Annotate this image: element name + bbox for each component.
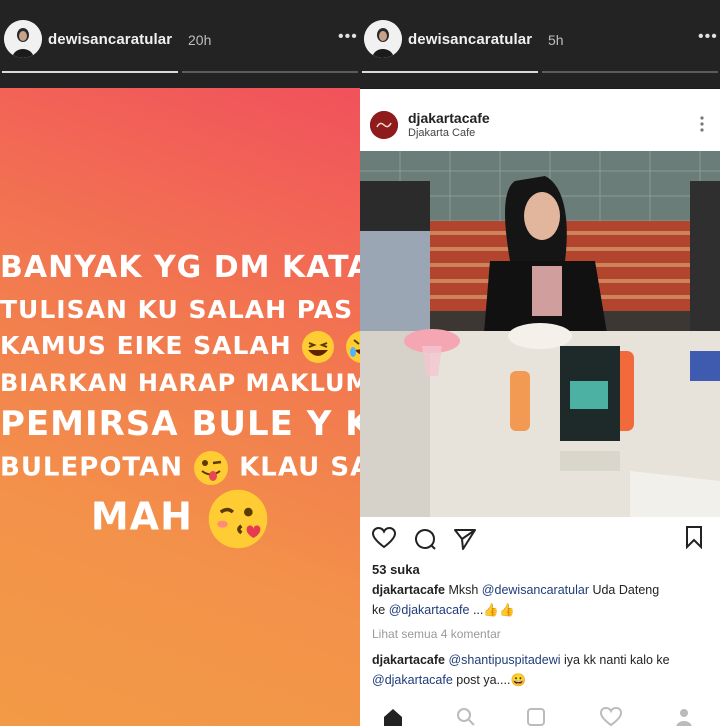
caption-mention[interactable]: @djakartacafe [389,603,470,617]
more-options-icon[interactable]: ••• [338,28,358,46]
story-text-line-7-text: KLAU SAYA [239,452,360,483]
likes-count[interactable]: 53 suka [372,562,420,577]
search-icon[interactable] [456,707,476,726]
comment-username[interactable]: djakartacafe [372,653,445,667]
comment-text: iya kk nanti kalo ke [560,653,670,667]
home-icon[interactable] [382,707,404,726]
comment: djakartacafe @shantipuspitadewi iya kk n… [372,650,712,690]
activity-heart-icon[interactable] [600,707,622,726]
comment-text: post ya....😀 [452,673,527,687]
progress-segment-2 [542,71,718,73]
avatar[interactable] [364,20,402,58]
story-header: dewisancaratular 20h ••• [0,0,360,88]
story-text-line-8: MAH [0,488,360,550]
progress-segment-1 [362,71,538,73]
comment-icon[interactable] [413,527,437,556]
timestamp: 5h [548,32,564,48]
story-header: dewisancaratular 5h ••• [360,0,720,88]
bottom-nav-bar [360,701,720,726]
left-story-panel[interactable]: dewisancaratular 20h ••• BANYAK YG DM KA… [0,0,360,726]
comment-mention[interactable]: @shantipuspitadewi [448,653,560,667]
progress-segment-2 [182,71,358,73]
progress-segment-1 [2,71,178,73]
rolling-laughing-emoji-icon [346,331,360,363]
shared-post-card[interactable]: djakartacafe Djakarta Cafe 53 suka djaka… [360,89,720,726]
winking-tongue-emoji-icon [194,451,229,485]
bookmark-icon[interactable] [685,525,703,554]
story-text-line-1: BANYAK YG DM KATA Y [0,250,360,285]
account-logo[interactable] [370,111,398,139]
story-text-line-6: BULEPOTAN KLAU SAYA [0,450,360,486]
post-photo[interactable] [360,151,720,517]
comment-mention[interactable]: @djakartacafe [372,673,453,687]
username[interactable]: dewisancaratular [48,31,172,48]
profile-icon[interactable] [674,707,694,726]
story-text-line-5: PEMIRSA BULE Y KAN [0,404,360,444]
caption-username[interactable]: djakartacafe [372,583,445,597]
post-caption: djakartacafe Mksh @dewisancaratular Uda … [372,580,712,620]
right-story-panel[interactable]: dewisancaratular 5h ••• djakartacafe Dja… [360,0,720,726]
share-icon[interactable] [453,527,477,556]
story-text-line-4: BIARKAN HARAP MAKLUM YAK [0,369,360,397]
story-text-line-6-text: BULEPOTAN [0,452,184,483]
caption-text: ...👍👍 [469,603,515,617]
story-text-line-3-text: KAMUS EIKE SALAH [0,331,292,360]
add-post-icon[interactable] [526,707,546,726]
grinning-emoji-icon [302,331,335,363]
story-text-line-2: TULISAN KU SALAH PAS LIHAT [0,295,360,324]
kiss-emoji-icon [208,489,268,549]
view-all-comments-link[interactable]: Lihat semua 4 komentar [372,627,501,641]
more-options-icon[interactable]: ••• [698,28,718,46]
post-account-name[interactable]: djakartacafe [408,110,490,126]
caption-text: ke [372,603,389,617]
timestamp: 20h [188,32,212,48]
story-text-line-8-text: MAH [90,494,193,539]
post-location[interactable]: Djakarta Cafe [408,127,475,139]
caption-text: Mksh [448,583,482,597]
post-menu-icon[interactable] [700,115,704,133]
story-text-line-3: KAMUS EIKE SALAH [0,330,360,364]
username[interactable]: dewisancaratular [408,31,532,48]
caption-text: Uda Dateng [588,583,660,597]
caption-mention[interactable]: @dewisancaratular [482,583,589,597]
heart-icon[interactable] [371,526,397,554]
avatar[interactable] [4,20,42,58]
